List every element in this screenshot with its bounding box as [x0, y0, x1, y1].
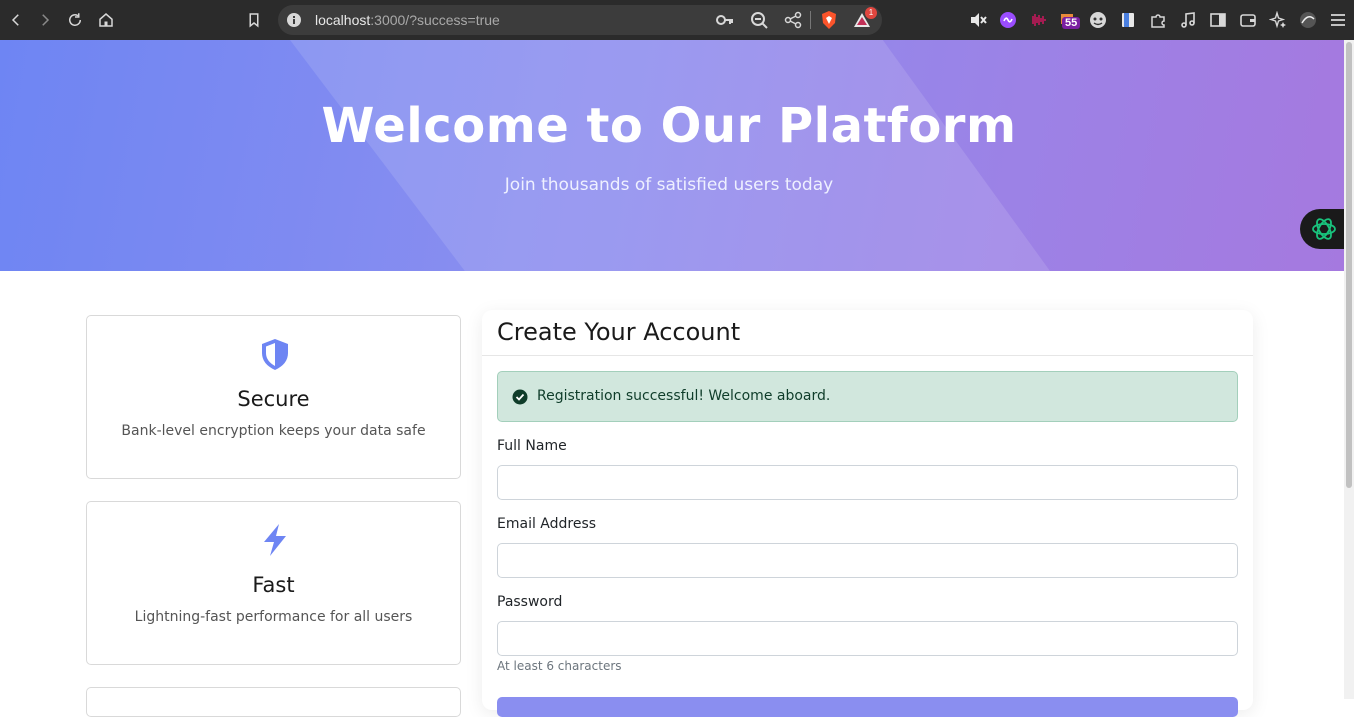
form-divider [482, 355, 1253, 356]
hero-decoration [290, 40, 1050, 271]
hero-subtitle: Join thousands of satisfied users today [504, 175, 834, 195]
hero-title: Welcome to Our Platform [321, 98, 1017, 154]
extension-face-icon[interactable] [1087, 9, 1109, 31]
full-name-input[interactable] [497, 465, 1238, 500]
muted-speaker-icon[interactable] [967, 9, 989, 31]
success-alert: Registration successful! Welcome aboard. [497, 371, 1238, 422]
address-bar[interactable]: localhost:3000/?success=true 1 [278, 5, 882, 35]
url-host: localhost [315, 12, 371, 28]
scrollbar-thumb[interactable] [1346, 42, 1352, 488]
zoom-icon[interactable] [750, 11, 768, 29]
audio-wave-icon[interactable] [1027, 9, 1049, 31]
feature-card-fast: Fast Lightning-fast performance for all … [86, 501, 461, 665]
info-icon[interactable] [286, 12, 302, 28]
feature-description: Bank-level encryption keeps your data sa… [121, 423, 426, 439]
profile-avatar-icon[interactable] [1297, 9, 1319, 31]
sidebar-icon[interactable] [1207, 9, 1229, 31]
password-label: Password [497, 594, 563, 610]
registration-form: Create Your Account Registration success… [482, 310, 1253, 717]
leo-ai-icon[interactable] [1267, 9, 1289, 31]
puzzle-icon[interactable] [1147, 9, 1169, 31]
feature-title: Fast [252, 573, 295, 597]
wallet-icon[interactable] [1237, 9, 1259, 31]
menu-icon[interactable] [1327, 9, 1349, 31]
reload-icon[interactable] [63, 8, 87, 32]
check-circle-icon [512, 389, 528, 405]
home-icon[interactable] [94, 8, 118, 32]
shield-icon [262, 339, 288, 370]
email-input[interactable] [497, 543, 1238, 578]
feature-title: Secure [237, 387, 310, 411]
password-help: At least 6 characters [497, 659, 622, 673]
back-icon[interactable] [4, 8, 28, 32]
feature-card-partial [86, 687, 461, 717]
music-note-icon[interactable] [1177, 9, 1199, 31]
share-icon[interactable] [784, 11, 802, 29]
alert-message: Registration successful! Welcome aboard. [537, 388, 831, 404]
brave-shield-icon[interactable] [819, 10, 839, 30]
extension-purple-icon[interactable] [997, 9, 1019, 31]
ai-assistant-icon [1312, 218, 1336, 240]
url-text[interactable]: localhost:3000/?success=true [315, 12, 500, 28]
full-name-label: Full Name [497, 438, 567, 454]
email-label: Email Address [497, 516, 597, 532]
feature-card-secure: Secure Bank-level encryption keeps your … [86, 315, 461, 479]
form-title: Create Your Account [497, 318, 741, 346]
url-path: :3000/?success=true [370, 12, 500, 28]
tab-count-badge: 55 [1062, 17, 1081, 29]
extension-book-icon[interactable] [1117, 9, 1139, 31]
browser-toolbar: localhost:3000/?success=true 1 55 [0, 0, 1354, 40]
lightning-icon [264, 524, 286, 556]
hero-banner: Welcome to Our Platform Join thousands o… [0, 40, 1344, 271]
submit-button[interactable] [497, 697, 1238, 717]
page-scrollbar[interactable] [1344, 40, 1354, 699]
url-divider [810, 11, 811, 29]
feature-description: Lightning-fast performance for all users [134, 609, 413, 625]
rewards-badge: 1 [865, 7, 877, 19]
bookmark-icon[interactable] [242, 8, 266, 32]
password-input[interactable] [497, 621, 1238, 656]
forward-icon[interactable] [33, 8, 57, 32]
key-icon[interactable] [716, 13, 734, 27]
